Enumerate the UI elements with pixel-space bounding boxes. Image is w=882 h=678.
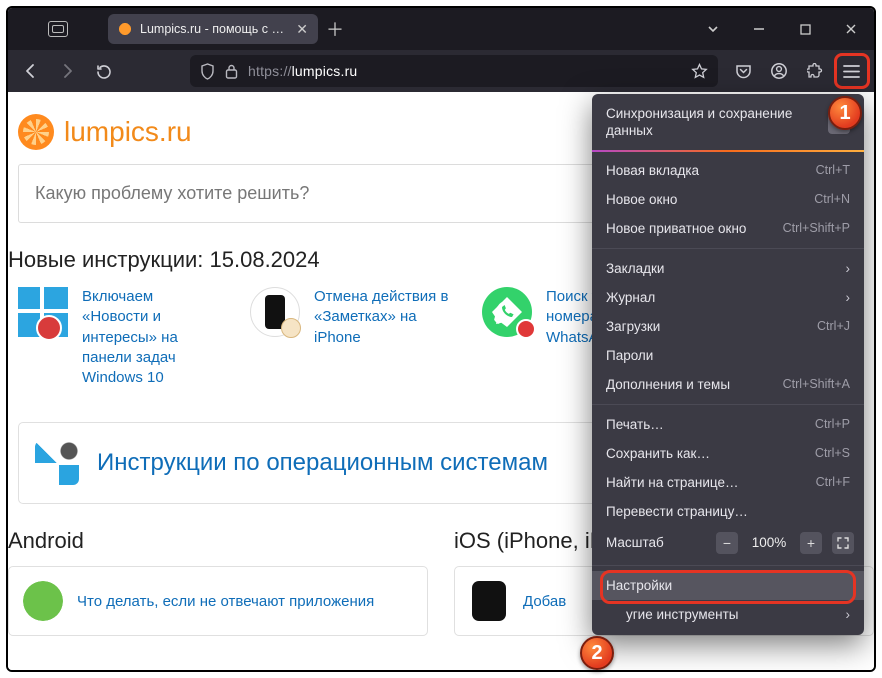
menu-item-zoom: Масштаб − 100% + xyxy=(592,526,864,560)
article-card[interactable]: Включаем «Новости и интересы» на панели … xyxy=(18,287,218,388)
accent-divider xyxy=(592,150,864,152)
menu-item-addons[interactable]: Дополнения и темыCtrl+Shift+A xyxy=(592,370,864,399)
back-button[interactable] xyxy=(14,54,48,88)
site-logo-icon xyxy=(18,114,54,150)
chevron-right-icon: › xyxy=(846,261,851,276)
tab-title: Lumpics.ru - помощь с компью xyxy=(140,22,288,36)
column-title-android: Android xyxy=(8,528,428,554)
os-collection-icon xyxy=(35,441,79,485)
window-close-button[interactable] xyxy=(828,8,874,50)
list-all-tabs-button[interactable] xyxy=(690,8,736,50)
lock-icon xyxy=(225,64,238,79)
navigation-toolbar: https://lumpics.ru xyxy=(8,50,874,92)
fullscreen-button[interactable] xyxy=(832,532,854,554)
browser-tab[interactable]: Lumpics.ru - помощь с компью ✕ xyxy=(108,14,318,44)
url-text: https://lumpics.ru xyxy=(248,63,681,79)
pocket-button[interactable] xyxy=(726,54,760,88)
zoom-out-button[interactable]: − xyxy=(716,532,738,554)
menu-separator xyxy=(592,248,864,249)
menu-item-sync[interactable]: Синхронизация и сохранение данных В xyxy=(592,94,864,150)
url-bar[interactable]: https://lumpics.ru xyxy=(190,55,718,87)
shield-icon xyxy=(200,63,215,80)
iphone-icon xyxy=(250,287,300,337)
menu-item-translate[interactable]: Перевести страницу… xyxy=(592,497,864,526)
article-link[interactable]: Отмена действия в «Заметках» на iPhone xyxy=(314,288,448,346)
reload-button[interactable] xyxy=(86,54,120,88)
new-tab-button[interactable]: ＋ xyxy=(318,8,352,50)
menu-item-save-as[interactable]: Сохранить как…Ctrl+S xyxy=(592,439,864,468)
titlebar: Lumpics.ru - помощь с компью ✕ ＋ xyxy=(8,8,874,50)
windows-icon xyxy=(18,287,68,337)
chevron-right-icon: › xyxy=(846,607,851,622)
close-tab-icon[interactable]: ✕ xyxy=(296,21,308,38)
menu-item-find[interactable]: Найти на странице…Ctrl+F xyxy=(592,468,864,497)
annotation-step-1: 1 xyxy=(828,96,862,130)
window-minimize-button[interactable] xyxy=(736,8,782,50)
zoom-in-button[interactable]: + xyxy=(800,532,822,554)
bookmark-star-icon[interactable] xyxy=(691,63,708,80)
annotation-step-2: 2 xyxy=(580,636,614,670)
menu-item-passwords[interactable]: Пароли xyxy=(592,341,864,370)
article-link[interactable]: Включаем «Новости и интересы» на панели … xyxy=(82,288,178,386)
tab-favicon xyxy=(118,22,132,36)
extensions-button[interactable] xyxy=(798,54,832,88)
whatsapp-icon xyxy=(482,287,532,337)
window-maximize-button[interactable] xyxy=(782,8,828,50)
menu-item-settings[interactable]: Настройки xyxy=(592,571,864,600)
os-instructions-link[interactable]: Инструкции по операционным системам xyxy=(97,449,548,477)
ios-device-icon xyxy=(469,581,509,621)
zoom-label: Масштаб xyxy=(606,535,706,550)
android-icon xyxy=(23,581,63,621)
forward-button[interactable] xyxy=(50,54,84,88)
menu-sync-label: Синхронизация и сохранение данных xyxy=(606,106,818,140)
all-tabs-icon[interactable] xyxy=(48,21,68,37)
menu-item-bookmarks[interactable]: Закладки› xyxy=(592,254,864,283)
menu-item-print[interactable]: Печать…Ctrl+P xyxy=(592,410,864,439)
menu-item-new-private-window[interactable]: Новое приватное окноCtrl+Shift+P xyxy=(592,214,864,243)
menu-item-history[interactable]: Журнал› xyxy=(592,283,864,312)
app-menu-button[interactable] xyxy=(834,54,868,88)
menu-item-downloads[interactable]: ЗагрузкиCtrl+J xyxy=(592,312,864,341)
app-menu: Синхронизация и сохранение данных В Нова… xyxy=(592,94,864,635)
menu-separator xyxy=(592,404,864,405)
article-card[interactable]: Отмена действия в «Заметках» на iPhone xyxy=(250,287,450,388)
menu-item-new-tab[interactable]: Новая вкладкаCtrl+T xyxy=(592,156,864,185)
article-link[interactable]: Добав xyxy=(523,593,566,610)
article-link[interactable]: Что делать, если не отвечают приложения xyxy=(77,593,374,610)
account-button[interactable] xyxy=(762,54,796,88)
menu-item-more-tools[interactable]: угие инструменты› xyxy=(592,600,864,629)
zoom-value: 100% xyxy=(748,535,790,550)
site-logo-text[interactable]: lumpics.ru xyxy=(64,116,192,148)
article-card[interactable]: Что делать, если не отвечают приложения xyxy=(8,566,428,636)
menu-item-new-window[interactable]: Новое окноCtrl+N xyxy=(592,185,864,214)
chevron-right-icon: › xyxy=(846,290,851,305)
menu-separator xyxy=(592,565,864,566)
